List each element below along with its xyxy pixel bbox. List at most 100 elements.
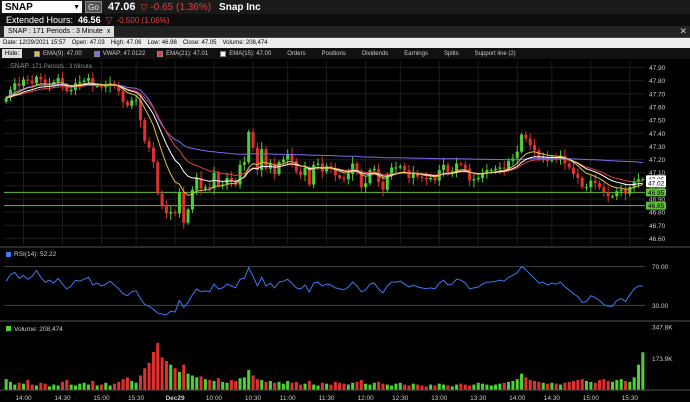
volume-bar [619,379,623,390]
volume-bar [346,384,350,390]
volume-bar [593,382,597,390]
time-tick-label: 14:00 [509,395,526,402]
volume-bar [238,378,242,390]
legend-ema15[interactable]: EMA(15): 47.00 [220,50,272,57]
go-button[interactable]: Go [85,1,102,13]
volume-bar [554,383,558,390]
close-icon[interactable]: x [107,28,111,35]
volume-bar [255,379,259,390]
candle-body [598,183,602,188]
volume-bar [481,383,485,390]
legend-ema21[interactable]: EMA(21): 47.01 [157,50,208,57]
volume-label: Volume: 208,474 [14,326,63,333]
price-change: -0.65 (1.36%) [150,1,212,13]
rsi-pane[interactable]: RSI(14): 52.22 70.00 30.00 [0,249,690,322]
time-tick-label: 10:00 [206,395,223,402]
volume-bar [546,383,550,390]
chart-tab-bar: SNAP : 171 Periods : 3 Minute x ✕ [0,26,690,38]
volume-bar [34,385,38,390]
candle-body [143,120,147,142]
ema9-swatch [34,50,41,57]
info-open: Open: 47.03 [71,40,105,46]
time-tick-label: 10:30 [245,395,262,402]
candle-body [498,167,502,169]
chart-area[interactable]: 47.90 47.80 47.70 47.60 47.50 47.40 47.30 47.20… [0,59,690,402]
volume-bar [221,381,225,390]
volume-bar [407,385,411,390]
ema15-label: EMA(15): 47.00 [229,50,272,57]
volume-bar [468,385,472,390]
chart-periods-label: 171 Periods : 3 Minute [32,64,93,70]
volume-bar [13,384,17,390]
price-tick-label: 47.90 [649,65,666,72]
volume-bar [502,382,506,390]
volume-bar [182,364,186,390]
extended-hours-label: Extended Hours: [6,15,74,25]
candle-body [489,170,493,172]
candle-body [567,163,571,168]
time-tick-label: 14:30 [544,395,561,402]
volume-bar [485,384,489,390]
volume-pane-bg [0,323,690,390]
volume-bar [195,377,199,390]
volume-bar [73,385,77,390]
candle-body [173,212,177,214]
volume-bar [455,384,459,390]
price-pane[interactable]: 47.90 47.80 47.70 47.60 47.50 47.40 47.30 47.20… [0,59,690,248]
symbol-input[interactable]: SNAP ▼ [2,1,82,13]
symbol-value: SNAP [5,1,33,13]
time-axis: 14:00 14:30 15:00 15:30 Dec29 10:00 10:30 11:00… [0,389,690,402]
extended-hours-row: Extended Hours: 46.56 ▽ -0.500 (1.06%) [0,14,690,26]
volume-bar [385,384,389,390]
volume-bar [26,380,30,390]
candle-body [56,78,60,83]
window-close-icon[interactable]: ✕ [679,26,687,37]
volume-bar [160,357,164,390]
candle-body [606,192,610,197]
candle-body [242,162,246,165]
volume-bar [615,380,619,390]
candle-body [177,192,181,214]
candle-body [264,149,268,169]
candle-body [164,205,168,214]
volume-pane[interactable]: Volume: 208,474 347.8K 173.9K [0,323,690,390]
candle-body [95,85,99,87]
menu-splits[interactable]: Splits [444,51,459,57]
legend-ema9[interactable]: EMA(9): 47.00 [34,50,82,57]
menu-support-line[interactable]: Support line (2) [475,51,516,57]
down-arrow-icon: ▽ [105,14,113,25]
volume-bar [329,384,333,390]
candle-body [299,171,303,176]
time-tick-label: 14:00 [15,395,32,402]
hide-button[interactable]: Hide: [2,49,23,58]
price-tick-label: 47.20 [649,157,666,164]
chevron-down-icon[interactable]: ▼ [73,4,82,11]
volume-bar [104,382,108,390]
menu-positions[interactable]: Positions [322,51,346,57]
volume-bar [173,368,177,390]
volume-bar [641,352,645,390]
volume-bar [442,384,446,390]
volume-bar [47,386,51,390]
tab-snap-chart[interactable]: SNAP : 171 Periods : 3 Minute x [4,26,115,37]
volume-bar [507,381,511,390]
menu-earnings[interactable]: Earnings [404,51,428,57]
chart-svg[interactable]: 47.90 47.80 47.70 47.60 47.50 47.40 47.30 47.20… [0,59,690,402]
volume-bar [567,381,571,390]
candle-body [160,193,164,206]
time-tick-label: 11:30 [319,395,335,402]
volume-bar [537,381,541,390]
candle-body [424,177,428,180]
volume-bar [234,380,238,390]
price-tag-label: 46.95 [648,190,665,197]
menu-dividends[interactable]: Dividends [362,51,388,57]
price-tick-label: 47.50 [649,118,666,125]
menu-orders[interactable]: Orders [287,51,305,57]
volume-bar [134,382,138,390]
quote-header: SNAP ▼ Go 47.06 ▽ -0.65 (1.36%) Snap Inc [0,0,690,14]
volume-bar [138,375,142,390]
volume-bar [247,370,251,390]
candle-body [147,141,151,148]
volume-bar [628,381,632,390]
legend-vwap[interactable]: VWAP: 47.0122 [93,50,145,57]
